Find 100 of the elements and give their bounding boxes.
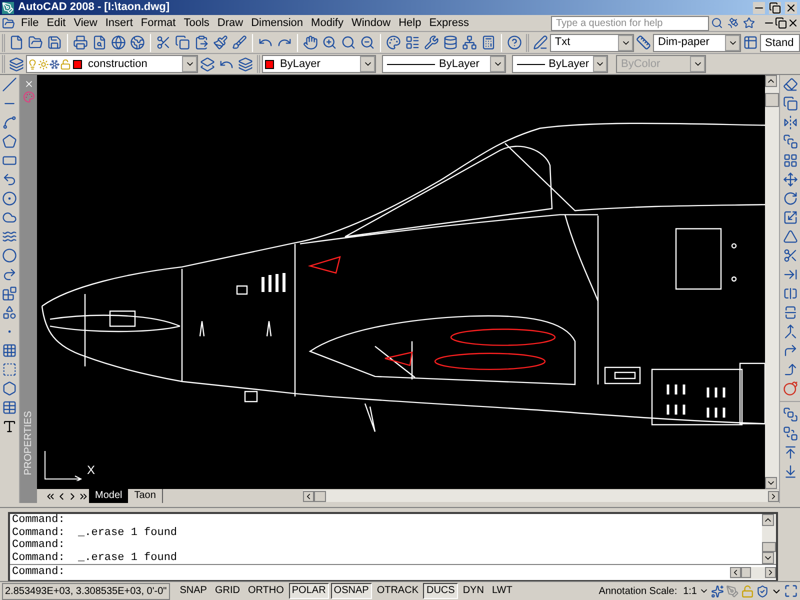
scroll-thumb[interactable]	[314, 490, 326, 502]
scroll-thumb[interactable]	[765, 93, 779, 107]
printer-icon[interactable]	[72, 35, 88, 50]
layer-dropdown[interactable]: construction	[26, 55, 198, 73]
cloud-icon[interactable]	[2, 210, 17, 225]
text-style-dropdown[interactable]: Txt	[550, 34, 634, 52]
snowflake-icon[interactable]	[49, 58, 60, 70]
menu-item[interactable]: View	[70, 14, 102, 32]
cut-icon[interactable]	[156, 35, 171, 50]
horizontal-scrollbar[interactable]	[302, 490, 779, 502]
annotation-scale-dropdown[interactable]: 1:1	[679, 584, 697, 598]
vertical-scrollbar[interactable]	[762, 514, 776, 564]
copy-icon[interactable]	[174, 35, 190, 50]
help-search-field[interactable]: Type a question for help	[551, 16, 709, 30]
eraser-icon[interactable]	[782, 77, 798, 92]
command-history-line: Command: _.erase 1 found	[12, 526, 178, 539]
table-icon[interactable]	[2, 400, 17, 415]
text-style-icon[interactable]	[532, 35, 548, 50]
restore-icon[interactable]	[769, 2, 781, 14]
zoom-previous-icon[interactable]	[360, 35, 375, 50]
minimize-icon[interactable]	[753, 2, 765, 14]
rectangle-icon[interactable]	[2, 153, 17, 168]
color-swatch	[265, 60, 274, 68]
last-tab-icon[interactable]	[78, 490, 89, 502]
favorites-icon[interactable]	[743, 17, 755, 29]
status-toggle-button[interactable]: OSNAP	[330, 583, 372, 599]
help-icon[interactable]	[506, 35, 522, 50]
menu-item[interactable]: Dimension	[247, 14, 308, 32]
x-axis-label: X	[87, 462, 96, 479]
table-style-icon[interactable]	[743, 35, 758, 50]
vertical-scrollbar[interactable]	[765, 75, 779, 489]
status-toggle-button[interactable]: GRID	[212, 583, 243, 599]
calculator-icon[interactable]	[480, 35, 496, 50]
first-tab-icon[interactable]	[45, 490, 56, 502]
polyline-icon[interactable]	[2, 115, 17, 130]
extend-icon[interactable]	[782, 267, 798, 282]
copy-icon[interactable]	[782, 96, 798, 111]
dimension-style-icon[interactable]	[636, 35, 652, 50]
trim-icon[interactable]	[782, 248, 798, 263]
layout-tab[interactable]: Model	[89, 489, 128, 503]
menu-item[interactable]: Insert	[101, 14, 137, 32]
command-history-line: Command:	[12, 539, 66, 552]
text-icon[interactable]	[2, 419, 17, 434]
line-icon[interactable]	[2, 77, 17, 92]
menu-item[interactable]: Format	[136, 14, 180, 32]
menu-item[interactable]: Draw	[213, 14, 248, 32]
plot-preview-icon[interactable]	[92, 35, 107, 50]
new-file-icon[interactable]	[8, 35, 24, 50]
lineweight-dropdown[interactable]: ByLayer	[512, 55, 608, 73]
status-toggle-button[interactable]: DUCS	[423, 583, 458, 599]
horizontal-scrollbar[interactable]	[730, 566, 776, 578]
polygon-icon[interactable]	[2, 134, 17, 149]
palette-title: PROPERTIES	[22, 410, 35, 475]
combo-value: ByColor	[620, 56, 662, 72]
menu-item[interactable]: File	[17, 14, 43, 32]
combo-value: ByLayer	[548, 56, 590, 72]
ucs-axis-icon	[43, 451, 83, 481]
status-toggle-button[interactable]: ORTHO	[244, 583, 287, 599]
array-icon[interactable]	[782, 153, 798, 168]
scroll-thumb[interactable]	[741, 567, 751, 578]
restore-icon[interactable]	[775, 17, 787, 29]
coordinates-display: 2.853493E+03, 3.308535E+03, 0'-0"	[2, 582, 170, 600]
menu-item[interactable]: Tools	[180, 14, 214, 32]
circle-icon[interactable]	[2, 191, 17, 206]
menu-item[interactable]: Modify	[307, 14, 348, 32]
close-icon[interactable]	[787, 17, 799, 29]
rotate-icon[interactable]	[782, 191, 798, 206]
ellipse-icon[interactable]	[2, 248, 17, 263]
save-icon[interactable]	[46, 35, 62, 50]
menu-item[interactable]: Edit	[42, 14, 70, 32]
search-icon[interactable]	[711, 17, 723, 29]
menu-item[interactable]: Help	[394, 14, 426, 32]
pan-icon[interactable]	[302, 35, 318, 50]
combo-value: Dim-paper	[657, 35, 710, 50]
status-toggle-button[interactable]: SNAP	[176, 583, 210, 599]
clean-screen-icon[interactable]	[784, 584, 798, 598]
move-icon[interactable]	[782, 172, 798, 187]
table-style-dropdown[interactable]: Stand	[760, 34, 800, 52]
combo-value: construction	[87, 56, 148, 72]
color-dropdown[interactable]: ByLayer	[262, 55, 376, 73]
close-icon[interactable]	[785, 2, 797, 14]
annotation-scale-label: Annotation Scale:	[598, 584, 678, 598]
menu-item[interactable]: Window	[347, 14, 395, 32]
zoom-realtime-icon[interactable]	[322, 35, 337, 50]
status-toggle-button[interactable]: LWT	[488, 583, 516, 599]
combo-value: ByLayer	[279, 56, 322, 72]
window-title: AutoCAD 2008 - [I:\taon.dwg]	[18, 0, 170, 16]
open-folder-icon[interactable]	[28, 35, 43, 50]
paste-icon[interactable]	[194, 35, 209, 50]
mirror-icon[interactable]	[782, 115, 798, 130]
drawing-canvas[interactable]: X	[37, 75, 765, 489]
dimension-style-dropdown[interactable]: Dim-paper	[653, 34, 741, 52]
command-history-line: Command: _.erase 1 found	[12, 552, 178, 564]
status-toggle-button[interactable]: OTRACK	[374, 583, 422, 599]
status-toggle-button[interactable]: DYN	[460, 583, 487, 599]
zoom-window-icon[interactable]	[340, 35, 356, 50]
scroll-thumb[interactable]	[762, 542, 776, 552]
menu-item[interactable]: Express	[425, 14, 473, 32]
status-toggle-button[interactable]: POLAR	[288, 583, 329, 599]
linetype-dropdown[interactable]: ByLayer	[382, 55, 506, 73]
